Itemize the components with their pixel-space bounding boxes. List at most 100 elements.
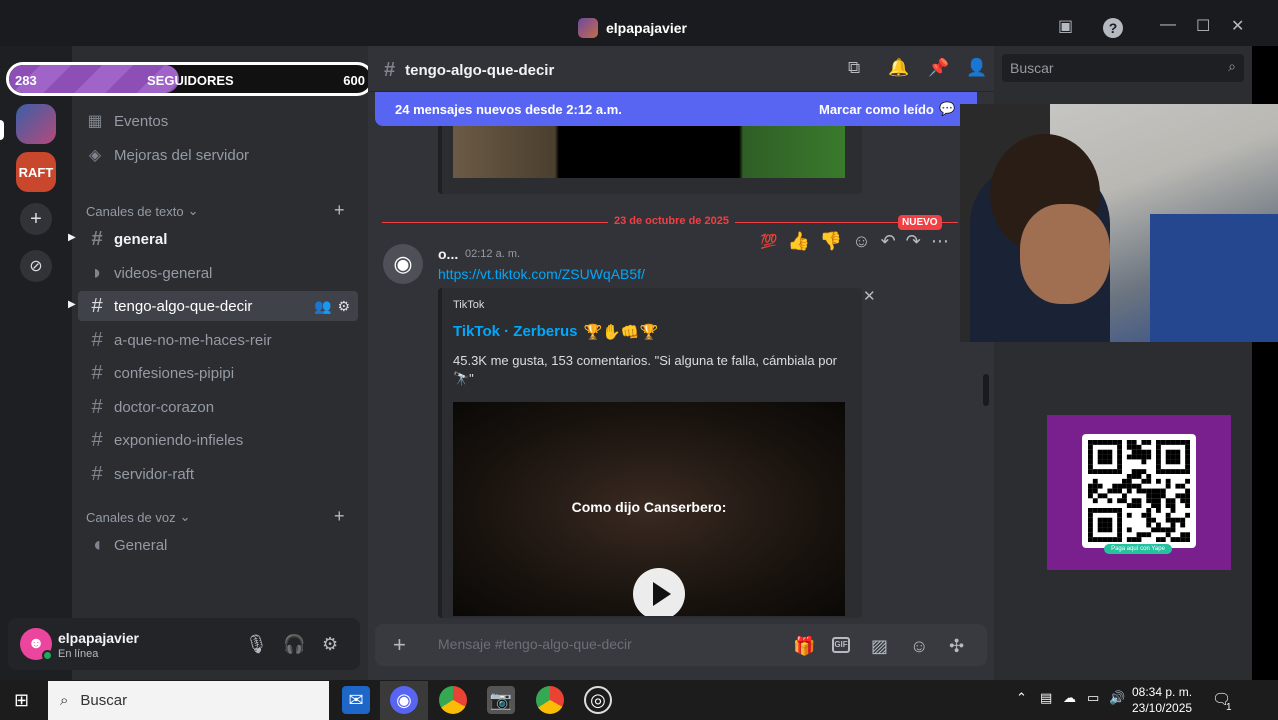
sticker-icon[interactable]: ▨ xyxy=(871,636,888,657)
embed-provider: TikTok xyxy=(453,299,485,311)
server-icon-raft[interactable]: RAFT xyxy=(16,152,56,192)
gift-icon[interactable]: 🎁 xyxy=(793,636,815,657)
boost-icon: ◈ xyxy=(88,147,102,164)
minimize-icon[interactable]: — xyxy=(1160,16,1176,34)
qr-code-icon xyxy=(1082,434,1196,548)
hash-icon: # xyxy=(91,395,103,418)
calendar-icon: ▦ xyxy=(87,113,103,130)
channel-servidor-raft[interactable]: # servidor-raft xyxy=(78,459,358,489)
channel-general[interactable]: # general xyxy=(78,224,358,254)
online-status-icon xyxy=(42,650,53,661)
channel-tools: 👥 ⚙ xyxy=(314,298,350,315)
active-server-pill xyxy=(0,120,4,140)
sidebar-item-boosts[interactable]: ◈ Mejoras del servidor xyxy=(86,141,249,169)
reply-icon[interactable]: ↶ xyxy=(881,231,896,252)
network-icon[interactable]: ▭ xyxy=(1087,690,1099,706)
add-reaction-icon[interactable]: ☺ xyxy=(852,231,870,252)
speaker-icon: ◖ xyxy=(90,533,104,556)
message-avatar[interactable]: ◉ xyxy=(383,244,423,284)
mail-app-icon[interactable]: ✉ xyxy=(342,686,370,714)
hash-icon: # xyxy=(91,428,103,451)
tray-chevron-icon[interactable]: ⌃ xyxy=(1016,690,1027,706)
invite-icon[interactable]: 👥 xyxy=(314,298,331,315)
channel-videos-general[interactable]: ◗ videos-general xyxy=(78,258,358,288)
hash-icon: # xyxy=(91,361,103,384)
discord-app-icon[interactable]: ◉ xyxy=(390,686,418,714)
settings-icon[interactable]: ⚙ xyxy=(337,298,350,315)
followers-label: SEGUIDORES xyxy=(147,73,234,88)
followers-progress-bar: 283 SEGUIDORES 600 xyxy=(6,62,374,96)
search-icon: ⌕ xyxy=(1228,58,1236,74)
voice-channel-general[interactable]: ◖ General xyxy=(78,530,358,560)
taskbar-search-input[interactable]: ⌕ Buscar xyxy=(48,681,329,720)
headphones-icon[interactable]: 🎧 xyxy=(283,634,305,655)
taskbar-clock[interactable]: 08:34 p. m. 23/10/2025 xyxy=(1132,684,1192,716)
play-button[interactable] xyxy=(633,568,685,616)
chevron-down-icon: ⌄ xyxy=(179,509,191,524)
forward-icon[interactable]: ↷ xyxy=(906,231,921,252)
channel-confesiones-pipipi[interactable]: # confesiones-pipipi xyxy=(78,358,358,388)
upload-plus-icon[interactable]: + xyxy=(393,632,406,658)
gif-icon[interactable]: GIF xyxy=(832,637,850,653)
thumbs-down-icon[interactable]: 👎 xyxy=(820,231,842,252)
windows-start-icon[interactable]: ⊞ xyxy=(14,690,29,711)
inbox-icon[interactable]: ▣ xyxy=(1058,16,1073,36)
search-input[interactable]: Buscar ⌕ xyxy=(1002,54,1244,82)
discover-icon[interactable]: ⊘ xyxy=(20,250,52,282)
notification-count: 1 xyxy=(1226,702,1232,713)
microphone-icon[interactable]: 🎙 xyxy=(245,634,268,655)
chevron-down-icon: ⌄ xyxy=(187,203,199,218)
tray-app-icon[interactable]: ▤ xyxy=(1040,690,1052,706)
cloud-icon[interactable]: ☁ xyxy=(1063,690,1076,706)
channel-doctor-corazon[interactable]: # doctor-corazon xyxy=(78,392,358,422)
qr-caption: Paga aquí con Yape xyxy=(1104,544,1172,554)
remove-embed-icon[interactable]: ✕ xyxy=(863,287,876,305)
message-link[interactable]: https://vt.tiktok.com/ZSUWqAB5f/ xyxy=(438,266,645,282)
emoji-icon[interactable]: ☺ xyxy=(910,636,928,657)
category-voice-channels[interactable]: Canales de voz ⌄ xyxy=(86,509,191,525)
add-server-icon[interactable]: + xyxy=(20,203,52,235)
message-timestamp: 02:12 a. m. xyxy=(465,248,521,260)
threads-icon[interactable]: ⧉ xyxy=(848,58,860,78)
channel-tengo-algo-que-decir[interactable]: # tengo-algo-que-decir 👥 ⚙ xyxy=(78,291,358,321)
new-messages-bar[interactable]: 24 mensajes nuevos desde 2:12 a.m. Marca… xyxy=(375,92,977,126)
chrome-app-icon[interactable] xyxy=(439,686,467,714)
pin-icon[interactable]: 📌 xyxy=(928,58,949,78)
hash-icon: # xyxy=(91,227,103,250)
camera-app-icon[interactable]: 📷 xyxy=(487,686,515,714)
members-icon[interactable]: 👤 xyxy=(966,58,987,78)
mark-as-read-button[interactable]: Marcar como leído xyxy=(819,102,934,117)
sidebar-item-events[interactable]: ▦ Eventos xyxy=(86,107,168,135)
search-icon: ⌕ xyxy=(60,692,69,709)
user-settings-icon[interactable]: ⚙ xyxy=(322,634,338,655)
hundred-emoji-icon[interactable]: 💯 xyxy=(760,233,777,250)
obs-app-icon[interactable]: ◎ xyxy=(584,686,612,714)
help-icon[interactable]: ? xyxy=(1103,18,1123,38)
message-input[interactable]: Mensaje #tengo-algo-que-decir xyxy=(438,636,632,652)
embed-title[interactable]: TikTok · Zerberus 🏆✋👊🏆 xyxy=(453,323,658,341)
close-icon[interactable]: ✕ xyxy=(1231,16,1244,36)
server-icon-main[interactable] xyxy=(16,104,56,144)
message-author[interactable]: o... xyxy=(438,246,458,262)
server-avatar-icon xyxy=(578,18,598,38)
channel-exponiendo-infieles[interactable]: # exponiendo-infieles xyxy=(78,425,358,455)
user-status: En línea xyxy=(58,648,99,660)
apps-icon[interactable]: ✣ xyxy=(949,636,964,657)
hash-icon: # xyxy=(91,328,103,351)
chrome-profile-app-icon[interactable] xyxy=(536,686,564,714)
add-voice-channel-icon[interactable]: + xyxy=(334,506,345,527)
embed-video[interactable]: Como dijo Canserbero: xyxy=(453,402,845,616)
mark-read-icon: 💬 xyxy=(939,101,956,116)
more-icon[interactable]: ⋯ xyxy=(931,231,949,252)
channel-a-que-no-me-haces-reir[interactable]: # a-que-no-me-haces-reir xyxy=(78,325,358,355)
channel-title: # tengo-algo-que-decir xyxy=(384,59,555,81)
bell-icon[interactable]: 🔔 xyxy=(888,58,909,78)
category-text-channels[interactable]: Canales de texto ⌄ xyxy=(86,203,198,219)
chat-scrollbar[interactable] xyxy=(983,374,989,406)
selected-indicator: ▶ xyxy=(68,299,76,310)
webcam-overlay xyxy=(960,104,1278,342)
add-text-channel-icon[interactable]: + xyxy=(334,200,345,221)
maximize-icon[interactable]: ☐ xyxy=(1196,16,1210,36)
volume-icon[interactable]: 🔊 xyxy=(1109,690,1125,706)
thumbs-up-icon[interactable]: 👍 xyxy=(787,231,809,252)
